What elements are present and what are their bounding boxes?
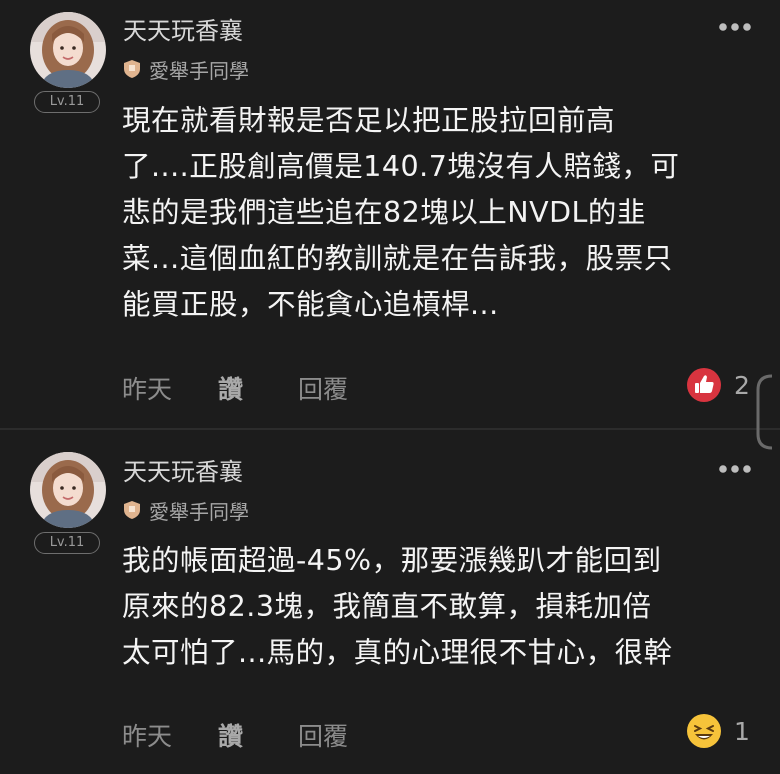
more-options-icon[interactable]	[718, 464, 752, 474]
like-button[interactable]: 讚	[218, 717, 243, 753]
school-row: 愛舉手同學	[123, 56, 249, 83]
thumbs-up-icon	[687, 368, 721, 402]
author-name[interactable]: 天天玩香襄	[123, 457, 243, 487]
shield-badge-icon	[124, 501, 140, 519]
laughing-face-icon	[687, 714, 721, 748]
school-row: 愛舉手同學	[123, 497, 249, 524]
comment-card: Lv.11 天天玩香襄 愛舉手同學 我的帳面超過-45%，那要漲幾趴才能回到 原…	[0, 430, 780, 774]
reaction-summary[interactable]: 2	[686, 367, 750, 403]
comment-card: Lv.11 天天玩香襄 愛舉手同學 現在就看財報是否足以把正股拉回前高 了...…	[0, 0, 780, 428]
level-badge: Lv.11	[34, 91, 100, 113]
author-name[interactable]: 天天玩香襄	[123, 16, 243, 46]
avatar[interactable]	[30, 12, 106, 88]
reaction-summary[interactable]: 1	[686, 713, 750, 749]
school-label: 愛舉手同學	[149, 58, 249, 83]
comment-text: 我的帳面超過-45%，那要漲幾趴才能回到 原來的82.3塊，我簡直不敢算，損耗加…	[122, 544, 673, 669]
reaction-count: 2	[734, 370, 750, 400]
reaction-count: 1	[734, 716, 750, 746]
comment-text: 現在就看財報是否足以把正股拉回前高 了....正股創高價是140.7塊沒有人賠錢…	[122, 104, 680, 321]
reply-button[interactable]: 回覆	[298, 370, 348, 406]
shield-badge-icon	[124, 60, 140, 78]
more-options-icon[interactable]	[718, 22, 752, 32]
reply-button[interactable]: 回覆	[298, 717, 348, 753]
school-label: 愛舉手同學	[149, 499, 249, 524]
avatar[interactable]	[30, 452, 106, 528]
like-button[interactable]: 讚	[218, 370, 243, 406]
level-badge: Lv.11	[34, 532, 100, 554]
timestamp: 昨天	[122, 375, 173, 404]
timestamp: 昨天	[122, 722, 173, 751]
